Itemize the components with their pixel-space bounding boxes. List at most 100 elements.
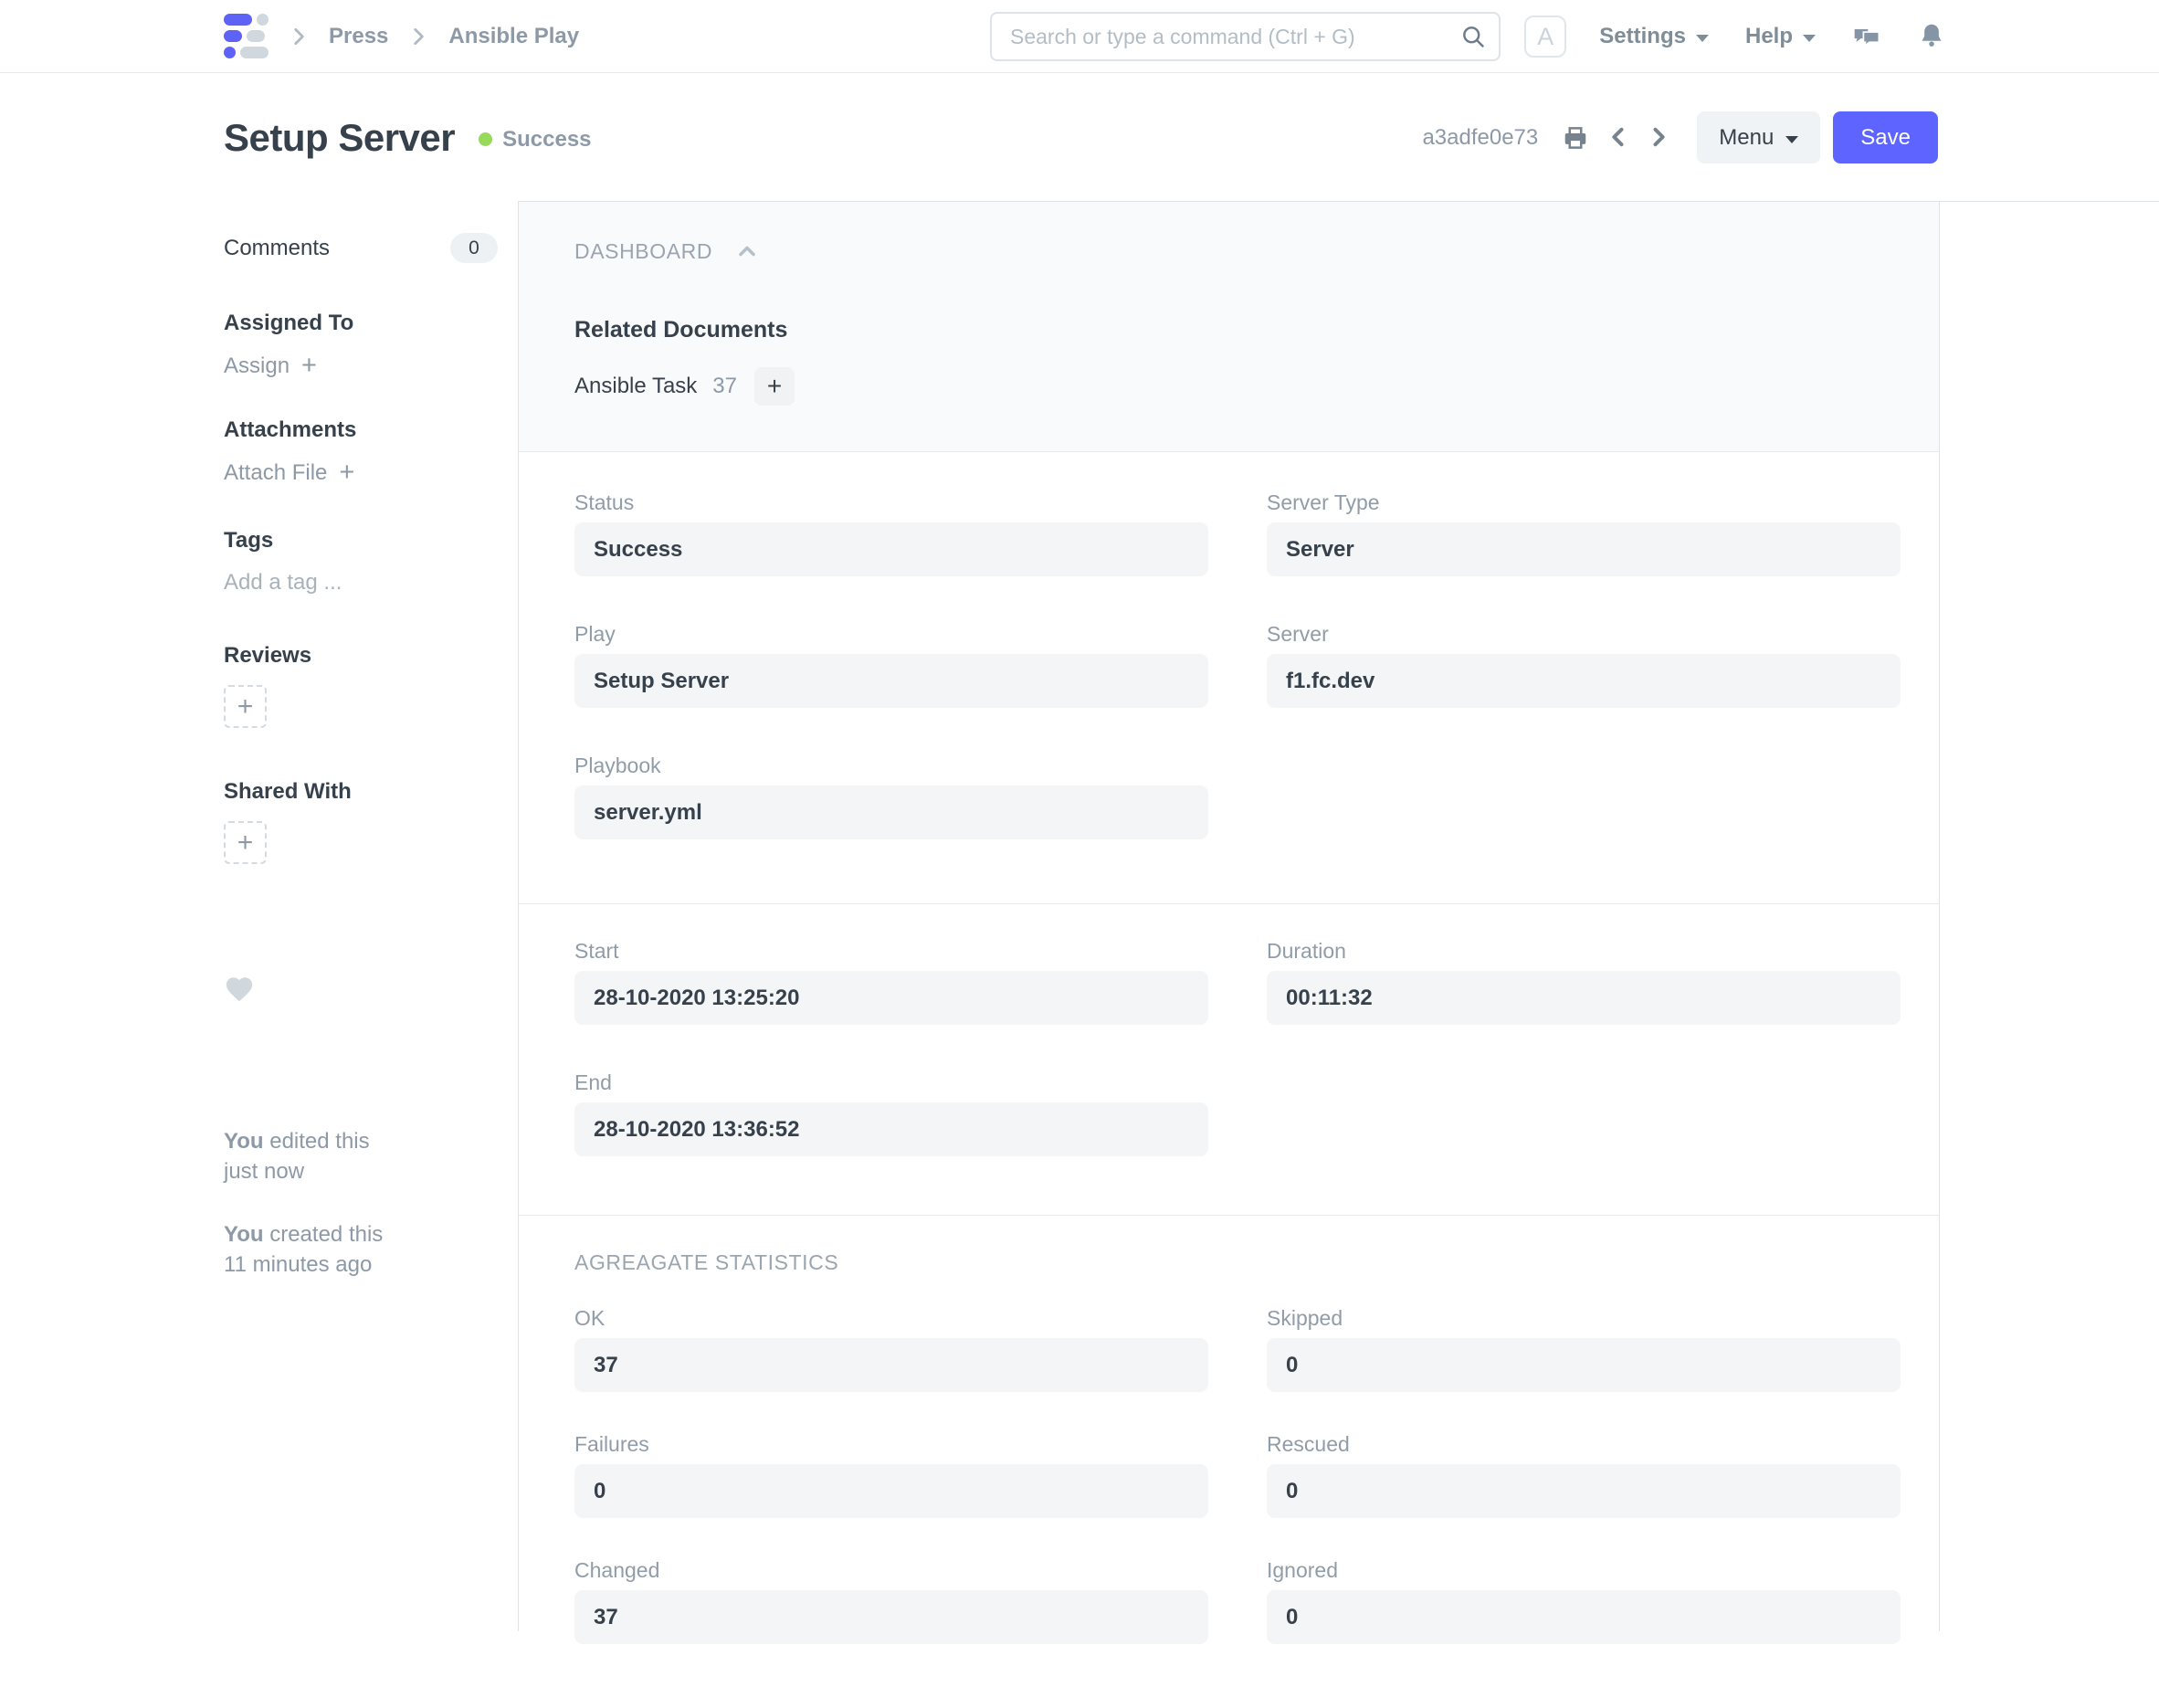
title-bar: Setup Server Success a3adfe0e73 Menu Sav…	[0, 73, 2159, 202]
settings-label: Settings	[1599, 24, 1686, 49]
attach-file-button[interactable]: Attach File +	[224, 459, 498, 486]
logo-shape	[224, 30, 242, 42]
comments-label: Comments	[224, 236, 330, 261]
add-review-button[interactable]: +	[224, 685, 267, 728]
edited-action: edited this	[269, 1129, 369, 1154]
field-value: 0	[1267, 1590, 1901, 1644]
prev-document-icon[interactable]	[1606, 124, 1633, 152]
edited-when: just now	[224, 1159, 304, 1184]
field-label: Rescued	[1267, 1432, 1901, 1457]
logo-shape	[224, 47, 236, 58]
related-doc-link[interactable]: Ansible Task	[574, 374, 697, 399]
document-id: a3adfe0e73	[1422, 125, 1538, 151]
field-label: Playbook	[574, 754, 1208, 778]
field-label: Skipped	[1267, 1306, 1901, 1331]
created-when: 11 minutes ago	[224, 1252, 372, 1277]
field-label: Start	[574, 939, 1208, 964]
assign-button[interactable]: Assign +	[224, 353, 498, 379]
help-menu[interactable]: Help	[1745, 24, 1816, 49]
reviews-heading: Reviews	[224, 643, 498, 669]
related-doc-count: 37	[712, 374, 737, 399]
breadcrumb-ansible-play[interactable]: Ansible Play	[448, 24, 579, 49]
field-value: 28-10-2020 13:36:52	[574, 1102, 1208, 1156]
plus-icon: +	[767, 372, 782, 401]
aggregate-statistics-section: AGREAGATE STATISTICS OK 37 Skipped 0 Fai…	[519, 1216, 1939, 1708]
field-end: End 28-10-2020 13:36:52	[574, 1070, 1208, 1156]
navbar: Press Ansible Play A Settings Help	[0, 0, 2159, 73]
settings-menu[interactable]: Settings	[1599, 24, 1709, 49]
field-value: Setup Server	[574, 654, 1208, 708]
field-value: 0	[1267, 1464, 1901, 1518]
plus-icon: +	[301, 353, 317, 379]
save-button[interactable]: Save	[1833, 111, 1938, 163]
field-playbook: Playbook server.yml	[574, 754, 1208, 839]
add-tag-input[interactable]: Add a tag ...	[224, 570, 498, 596]
field-label: Failures	[574, 1432, 1208, 1457]
next-document-icon[interactable]	[1646, 124, 1673, 152]
like-heart-icon[interactable]	[224, 993, 255, 1008]
avatar[interactable]: A	[1524, 16, 1566, 58]
notifications-bell-icon[interactable]	[1918, 22, 1947, 51]
status-indicator: Success	[479, 127, 591, 153]
chevron-down-icon	[1785, 136, 1798, 143]
logo-shape	[247, 30, 265, 42]
form-area: DASHBOARD Related Documents Ansible Task…	[518, 202, 1940, 1631]
chat-icon[interactable]	[1852, 22, 1881, 51]
shared-with-heading: Shared With	[224, 779, 498, 805]
field-ok: OK 37	[574, 1306, 1208, 1392]
field-value: Server	[1267, 522, 1901, 576]
timing-section: Start 28-10-2020 13:25:20 Duration 00:11…	[519, 904, 1939, 1216]
plus-icon: +	[339, 459, 354, 486]
field-label: Ignored	[1267, 1558, 1901, 1583]
attach-file-label: Attach File	[224, 460, 327, 486]
logo-shape	[257, 14, 269, 26]
field-value: f1.fc.dev	[1267, 654, 1901, 708]
collapse-chevron-up-icon[interactable]	[734, 238, 760, 264]
field-label: Changed	[574, 1558, 1208, 1583]
breadcrumb-press[interactable]: Press	[329, 24, 388, 49]
field-label: Play	[574, 622, 1208, 647]
field-skipped: Skipped 0	[1267, 1306, 1901, 1392]
field-label: Server	[1267, 622, 1901, 647]
details-section: Status Success Server Type Server Play S…	[519, 452, 1939, 904]
field-play: Play Setup Server	[574, 622, 1208, 708]
comments-count-badge: 0	[450, 233, 498, 263]
logo-shape	[240, 47, 269, 58]
plus-icon: +	[237, 693, 254, 721]
assign-label: Assign	[224, 353, 290, 379]
search-input[interactable]	[990, 12, 1501, 61]
help-label: Help	[1745, 24, 1793, 49]
aggregate-statistics-heading: AGREAGATE STATISTICS	[574, 1250, 1901, 1275]
attachments-heading: Attachments	[224, 417, 498, 443]
chevron-down-icon	[1803, 35, 1816, 42]
avatar-letter: A	[1537, 23, 1553, 51]
field-status: Status Success	[574, 490, 1208, 576]
dashboard-section: DASHBOARD Related Documents Ansible Task…	[519, 202, 1939, 452]
field-value: 0	[1267, 1338, 1901, 1392]
comments-link[interactable]: Comments 0	[224, 233, 498, 263]
print-icon[interactable]	[1562, 124, 1589, 152]
assigned-to-heading: Assigned To	[224, 311, 498, 336]
created-action: created this	[269, 1222, 383, 1247]
chevron-right-icon	[287, 25, 311, 48]
search-icon	[1460, 24, 1486, 49]
add-related-doc-button[interactable]: +	[754, 367, 795, 406]
field-label: Status	[574, 490, 1208, 515]
field-server: Server f1.fc.dev	[1267, 622, 1901, 708]
menu-button[interactable]: Menu	[1697, 111, 1820, 163]
related-documents-heading: Related Documents	[574, 317, 1901, 343]
field-duration: Duration 00:11:32	[1267, 939, 1901, 1025]
plus-icon: +	[237, 829, 254, 857]
field-value: 28-10-2020 13:25:20	[574, 971, 1208, 1025]
dashboard-heading: DASHBOARD	[574, 239, 712, 264]
global-search[interactable]	[990, 12, 1501, 61]
document-sidebar: Comments 0 Assigned To Assign + Attachme…	[0, 202, 518, 1631]
field-start: Start 28-10-2020 13:25:20	[574, 939, 1208, 1025]
save-button-label: Save	[1860, 125, 1911, 151]
field-label: OK	[574, 1306, 1208, 1331]
field-value: 37	[574, 1338, 1208, 1392]
field-value: Success	[574, 522, 1208, 576]
app-logo[interactable]	[224, 14, 269, 58]
add-share-button[interactable]: +	[224, 821, 267, 864]
field-label: Server Type	[1267, 490, 1901, 515]
